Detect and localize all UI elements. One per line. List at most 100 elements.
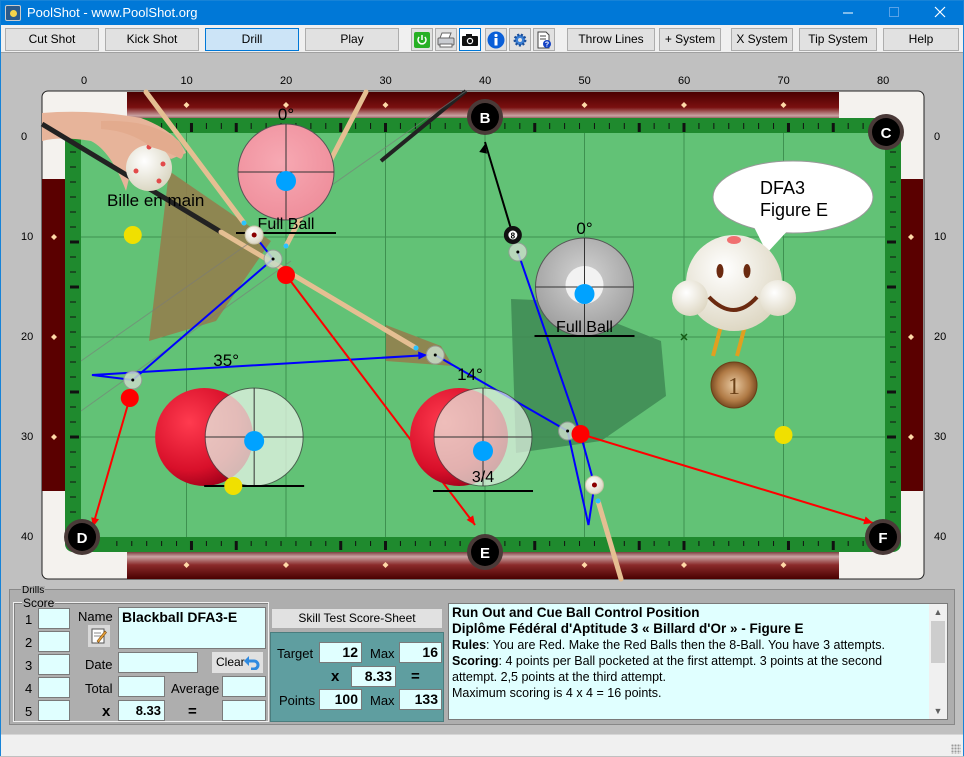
throw-lines-button[interactable]: Throw Lines — [567, 28, 655, 51]
plus-system-button[interactable]: + System — [659, 28, 721, 51]
rail-diamond — [183, 562, 190, 568]
date-input[interactable] — [118, 652, 198, 673]
help-button[interactable]: Help — [883, 28, 959, 51]
close-button[interactable] — [917, 1, 963, 25]
table-felt — [81, 133, 885, 537]
pocket-f — [869, 523, 897, 551]
pocket-rim — [467, 534, 503, 570]
table-frame — [41, 90, 925, 580]
drill-button[interactable]: Drill — [205, 28, 299, 51]
camera-button[interactable] — [459, 28, 481, 51]
score-row-5-input[interactable] — [38, 700, 70, 721]
aim-fraction-label: Full Ball — [556, 319, 613, 336]
description-heading-2: Diplôme Fédéral d'Aptitude 3 « Billard d… — [452, 621, 804, 636]
edit-notes-button[interactable] — [88, 625, 110, 647]
top-rail — [127, 92, 839, 120]
edit-notes-icon — [91, 628, 107, 644]
score-row-1-label: 1 — [25, 612, 33, 627]
ghost-ball-center — [271, 257, 275, 261]
maximize-button[interactable] — [871, 1, 917, 25]
bottom-rail — [127, 551, 839, 579]
aim-angle-label: 14° — [457, 365, 483, 384]
score-result-input[interactable] — [222, 700, 266, 721]
camera-icon — [462, 33, 478, 46]
status-bar — [1, 734, 963, 756]
score-row-3-input[interactable] — [38, 654, 70, 675]
power-button[interactable] — [411, 28, 433, 51]
yellow-ball — [224, 477, 243, 495]
score-row-2-input[interactable] — [38, 631, 70, 652]
total-input[interactable] — [118, 676, 165, 697]
printer-icon — [437, 32, 455, 47]
clear-button[interactable]: Clear — [212, 652, 263, 673]
medal-ribbon — [735, 325, 747, 357]
cue-ball-in-hand — [126, 145, 172, 191]
cue-ball-path — [434, 251, 596, 526]
pocket-label: F — [878, 530, 887, 547]
points-input[interactable]: 100 — [319, 689, 362, 710]
pocket-b — [471, 103, 499, 131]
skill-test-score-sheet-button[interactable]: Skill Test Score-Sheet — [271, 608, 443, 629]
cut-shot-button[interactable]: Cut Shot — [5, 28, 99, 51]
points-label: Points — [279, 693, 316, 708]
info-icon — [487, 31, 505, 48]
resize-grip-icon[interactable] — [951, 744, 961, 754]
x-system-button[interactable]: X System — [731, 28, 793, 51]
kick-shot-button[interactable]: Kick Shot — [105, 28, 199, 51]
aim-ball-diagram — [535, 237, 634, 337]
settings-button[interactable] — [509, 28, 531, 51]
scroll-down-arrow-icon[interactable]: ▼ — [929, 703, 947, 719]
aim-dot — [574, 284, 595, 304]
aim-angle-label: 0° — [278, 105, 294, 124]
help-document-button[interactable]: ? — [533, 28, 555, 51]
info-button[interactable] — [485, 28, 507, 51]
description-heading-1: Run Out and Cue Ball Control Position — [452, 605, 700, 620]
average-input[interactable] — [222, 676, 266, 697]
skill-multiplier-input[interactable]: 8.33 — [351, 666, 396, 687]
ghost-ball-diagram — [433, 387, 533, 487]
rail-diamond — [581, 562, 588, 568]
aim-angle-label: 35° — [213, 351, 239, 370]
max-input[interactable]: 16 — [399, 642, 442, 663]
score-row-1-input[interactable] — [38, 608, 70, 629]
mascot-ball — [686, 235, 782, 331]
rail-diamond — [283, 102, 289, 108]
pocket-rim — [867, 114, 904, 150]
red-ball — [120, 389, 139, 407]
skill-multiply-sign: x — [331, 668, 340, 685]
x-axis-tick-label: 10 — [180, 75, 193, 87]
y-axis-tick-label-left: 0 — [21, 131, 28, 143]
medal-ribbon — [711, 325, 723, 357]
object-ball-diagram — [410, 388, 509, 486]
red-ball — [571, 425, 590, 443]
y-axis-tick-label-left: 30 — [21, 431, 34, 443]
points-max-input[interactable]: 133 — [399, 689, 442, 710]
drill-description-textbox[interactable]: Run Out and Cue Ball Control Position Di… — [448, 603, 948, 720]
play-button[interactable]: Play — [305, 28, 399, 51]
scroll-thumb[interactable] — [931, 621, 945, 663]
score-row-4-input[interactable] — [38, 677, 70, 698]
cue-tip — [283, 243, 289, 249]
right-rail — [899, 179, 923, 491]
average-label: Average — [171, 681, 220, 696]
description-scrollbar[interactable]: ▲ ▼ — [929, 604, 947, 719]
tip-system-button[interactable]: Tip System — [799, 28, 877, 51]
pocket-label: C — [881, 125, 892, 142]
minimize-button[interactable] — [825, 1, 871, 25]
rail-diamond — [908, 434, 914, 440]
pocket-rim — [64, 519, 101, 555]
print-button[interactable] — [435, 28, 457, 51]
target-input[interactable]: 12 — [319, 642, 362, 663]
scroll-up-arrow-icon[interactable]: ▲ — [929, 604, 947, 620]
score-multiplier-input[interactable]: 8.33 — [118, 700, 165, 721]
rules-label: Rules — [452, 638, 487, 652]
rail-diamond — [908, 234, 914, 240]
points-max-label: Max — [370, 693, 395, 708]
name-input[interactable]: Blackball DFA3-E — [118, 607, 266, 649]
eight-ball-spot — [565, 266, 604, 304]
pocket-label: E — [480, 545, 490, 562]
mascot-hand-ball — [760, 280, 796, 316]
gear-icon — [513, 33, 527, 46]
pocket-e — [471, 538, 499, 566]
equals-sign: = — [188, 703, 197, 720]
